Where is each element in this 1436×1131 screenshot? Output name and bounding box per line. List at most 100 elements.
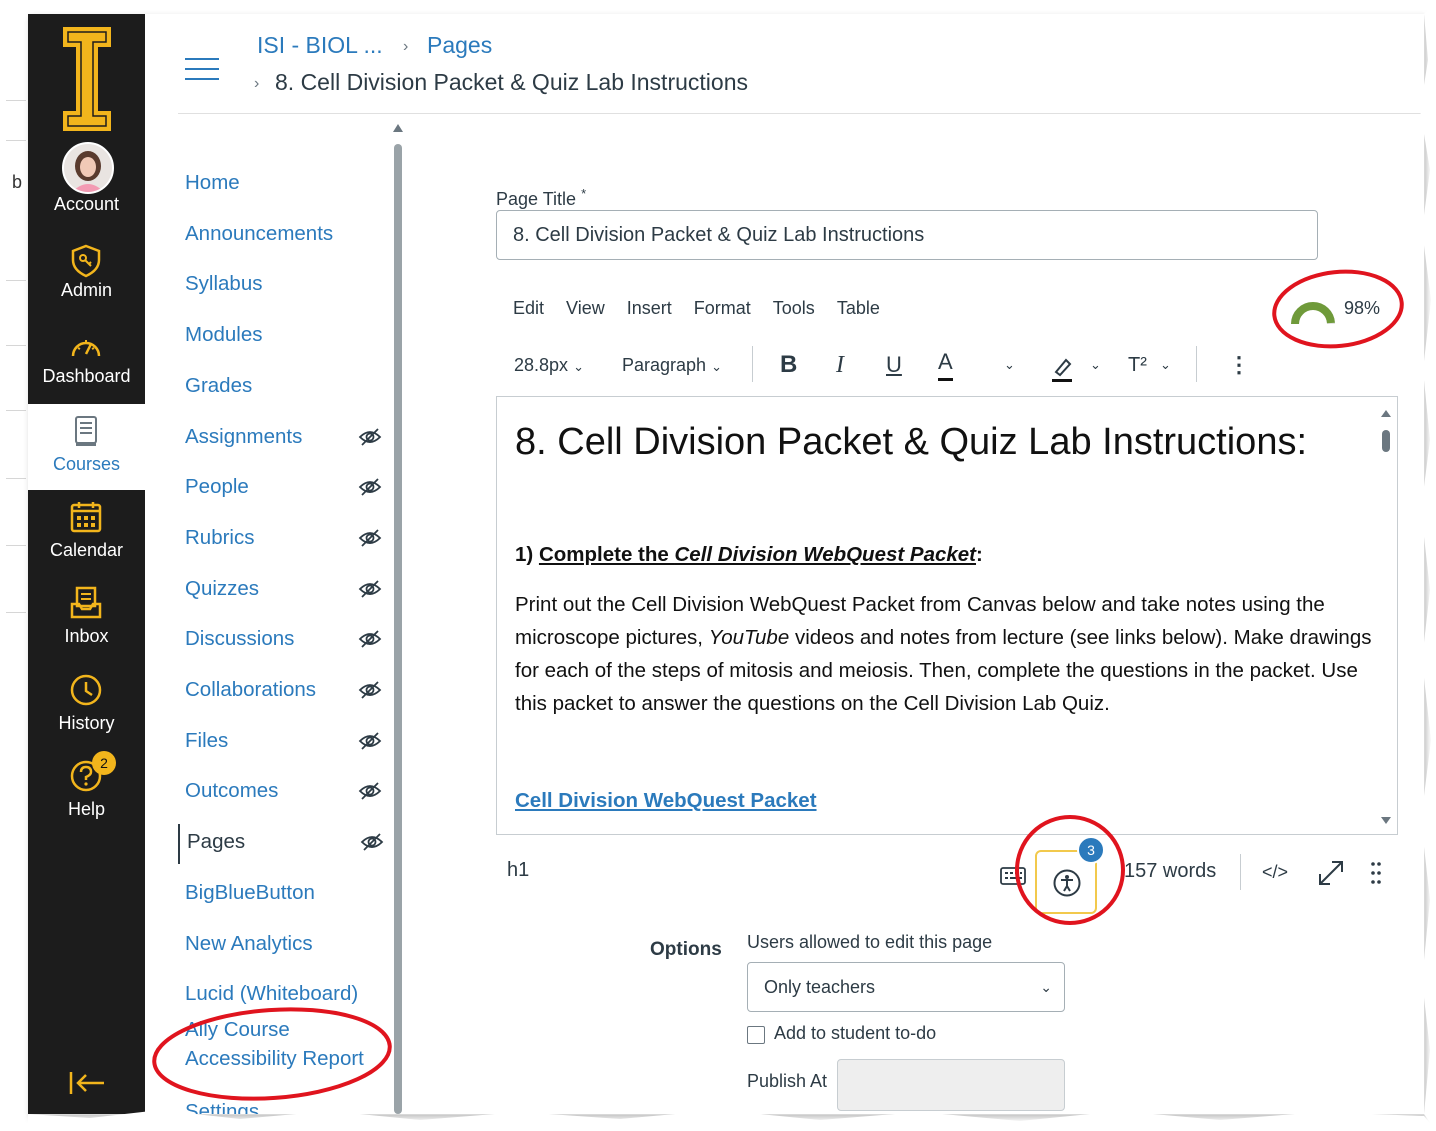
course-nav-item-bigbluebutton[interactable]: BigBlueButton	[178, 875, 383, 915]
canvas-screenshot: Account Admin Dashboard Courses Calendar…	[28, 14, 1425, 1115]
edit-permission-select[interactable]: Only teachers ⌄	[747, 962, 1065, 1012]
content-paragraph: Print out the Cell Division WebQuest Pac…	[515, 593, 1372, 715]
fullscreen-icon[interactable]	[1316, 858, 1346, 888]
html-editor-toggle[interactable]: </>	[1262, 862, 1288, 883]
course-nav-item-label: Lucid (Whiteboard)	[185, 982, 359, 1006]
course-nav-item-syllabus[interactable]: Syllabus	[178, 266, 383, 306]
courses-icon	[75, 416, 97, 446]
course-nav-item-label: BigBlueButton	[185, 880, 315, 904]
word-count[interactable]: 157 words	[1124, 860, 1216, 883]
nav-inbox[interactable]: Inbox	[28, 586, 145, 670]
edit-permission-label: Users allowed to edit this page	[747, 932, 993, 952]
nav-account[interactable]: Account	[28, 154, 145, 238]
content-heading: 8. Cell Division Packet & Quiz Lab Instr…	[515, 421, 1308, 463]
underline-button[interactable]: U	[886, 346, 902, 384]
webquest-packet-link[interactable]: Cell Division WebQuest Packet	[515, 789, 817, 813]
course-nav-ally-report[interactable]: Ally Course Accessibility Report	[178, 1014, 383, 1078]
university-logo-icon[interactable]	[60, 24, 114, 134]
course-nav-scrollbar[interactable]	[393, 124, 403, 1114]
clock-icon	[70, 674, 102, 706]
page-title-input[interactable]: 8. Cell Division Packet & Quiz Lab Instr…	[496, 210, 1318, 260]
nav-history-label: History	[58, 713, 115, 733]
font-size-dropdown[interactable]: 28.8px ⌄	[514, 346, 584, 384]
course-nav-item-label: Announcements	[185, 221, 334, 245]
course-nav-item-quizzes[interactable]: Quizzes	[178, 571, 383, 611]
chevron-right-icon: ›	[403, 38, 409, 55]
superscript-button[interactable]: T²	[1128, 346, 1147, 384]
course-nav-item-home[interactable]: Home	[178, 165, 383, 205]
menu-insert[interactable]: Insert	[627, 298, 672, 318]
course-nav-item-discussions[interactable]: Discussions	[178, 621, 383, 661]
course-nav-item-label: Collaborations	[185, 678, 317, 701]
course-nav-item-people[interactable]: People	[178, 469, 383, 509]
course-nav-settings[interactable]: Settings	[178, 1094, 383, 1114]
course-nav-item-new-analytics[interactable]: New Analytics	[178, 926, 383, 966]
hidden-eye-icon	[358, 427, 382, 446]
nav-dashboard[interactable]: Dashboard	[28, 330, 145, 414]
italic-button[interactable]: I	[836, 346, 844, 384]
hamburger-menu-icon[interactable]	[185, 56, 219, 82]
inbox-icon	[70, 586, 102, 619]
dashboard-icon	[71, 340, 101, 357]
publish-at-input[interactable]	[837, 1059, 1065, 1111]
chevron-down-icon: ⌄	[1040, 979, 1052, 995]
publish-at-label: Publish At	[747, 1071, 828, 1091]
nav-courses[interactable]: Courses	[28, 404, 145, 490]
accessibility-score-gauge-icon[interactable]	[1291, 296, 1335, 326]
nav-help-label: Help	[67, 799, 106, 819]
nav-history[interactable]: History	[28, 673, 145, 757]
chevron-down-icon[interactable]: ⌄	[1090, 346, 1101, 384]
element-path[interactable]: h1	[507, 859, 529, 882]
course-nav-item-label: Rubrics	[185, 525, 255, 549]
outer-window-edge: b	[0, 0, 28, 1131]
nav-calendar-label: Calendar	[49, 540, 124, 560]
bold-button[interactable]: B	[780, 346, 797, 384]
nav-courses-label: Courses	[52, 454, 121, 474]
block-format-dropdown[interactable]: Paragraph ⌄	[622, 346, 722, 384]
course-nav-item-files[interactable]: Files	[178, 723, 383, 763]
menu-format[interactable]: Format	[694, 298, 751, 318]
breadcrumb-pages[interactable]: Pages	[427, 32, 492, 59]
keyboard-shortcuts-icon[interactable]	[1000, 866, 1026, 886]
course-nav-item-modules[interactable]: Modules	[178, 317, 383, 357]
course-nav-item-lucid-whiteboard[interactable]: Lucid (Whiteboard)	[178, 976, 383, 1016]
resize-handle-icon[interactable]	[1370, 860, 1382, 886]
course-nav-item-announcements[interactable]: Announcements	[178, 216, 383, 256]
accessibility-score-value[interactable]: 98%	[1344, 298, 1380, 319]
menu-tools[interactable]: Tools	[773, 298, 815, 318]
collapse-nav-icon[interactable]	[68, 1069, 108, 1097]
options-label: Options	[650, 939, 722, 960]
student-todo-checkbox[interactable]	[747, 1026, 765, 1044]
chevron-down-icon: ⌄	[573, 359, 584, 374]
text-color-button[interactable]: A	[938, 346, 953, 381]
shield-icon	[71, 244, 101, 278]
course-nav-item-label: Discussions	[185, 627, 295, 651]
nav-account-label: Account	[53, 194, 120, 214]
editor-content-area[interactable]: 8. Cell Division Packet & Quiz Lab Instr…	[496, 396, 1398, 835]
menu-view[interactable]: View	[566, 298, 605, 318]
nav-admin[interactable]: Admin	[28, 244, 145, 328]
content-scrollbar[interactable]	[1380, 408, 1392, 826]
more-toolbar-button[interactable]: ⋮	[1228, 346, 1250, 384]
course-nav-item-collaborations[interactable]: Collaborations	[178, 672, 383, 712]
course-nav-item-assignments[interactable]: Assignments	[178, 419, 383, 459]
highlight-color-icon[interactable]	[1050, 350, 1074, 388]
breadcrumb-course[interactable]: ISI - BIOL ...	[257, 32, 383, 59]
chevron-down-icon[interactable]: ⌄	[1004, 346, 1015, 384]
course-nav-item-rubrics[interactable]: Rubrics	[178, 520, 383, 560]
course-nav-item-label: Assignments	[185, 424, 303, 448]
nav-help[interactable]: Help	[28, 759, 145, 843]
nav-calendar[interactable]: Calendar	[28, 500, 145, 584]
hidden-eye-icon	[358, 630, 382, 648]
course-nav-item-pages[interactable]: Pages	[178, 824, 385, 865]
chevron-down-icon: ⌄	[711, 359, 722, 374]
accessibility-issues-badge: 3	[1077, 836, 1105, 864]
student-todo-label: Add to student to-do	[774, 1023, 937, 1043]
chevron-down-icon[interactable]: ⌄	[1160, 346, 1171, 384]
course-nav-item-outcomes[interactable]: Outcomes	[178, 773, 383, 813]
menu-edit[interactable]: Edit	[513, 298, 544, 318]
course-nav-item-label: Pages	[187, 830, 246, 854]
menu-table[interactable]: Table	[837, 298, 880, 318]
course-nav-item-grades[interactable]: Grades	[178, 368, 383, 408]
hidden-eye-icon	[358, 732, 382, 750]
